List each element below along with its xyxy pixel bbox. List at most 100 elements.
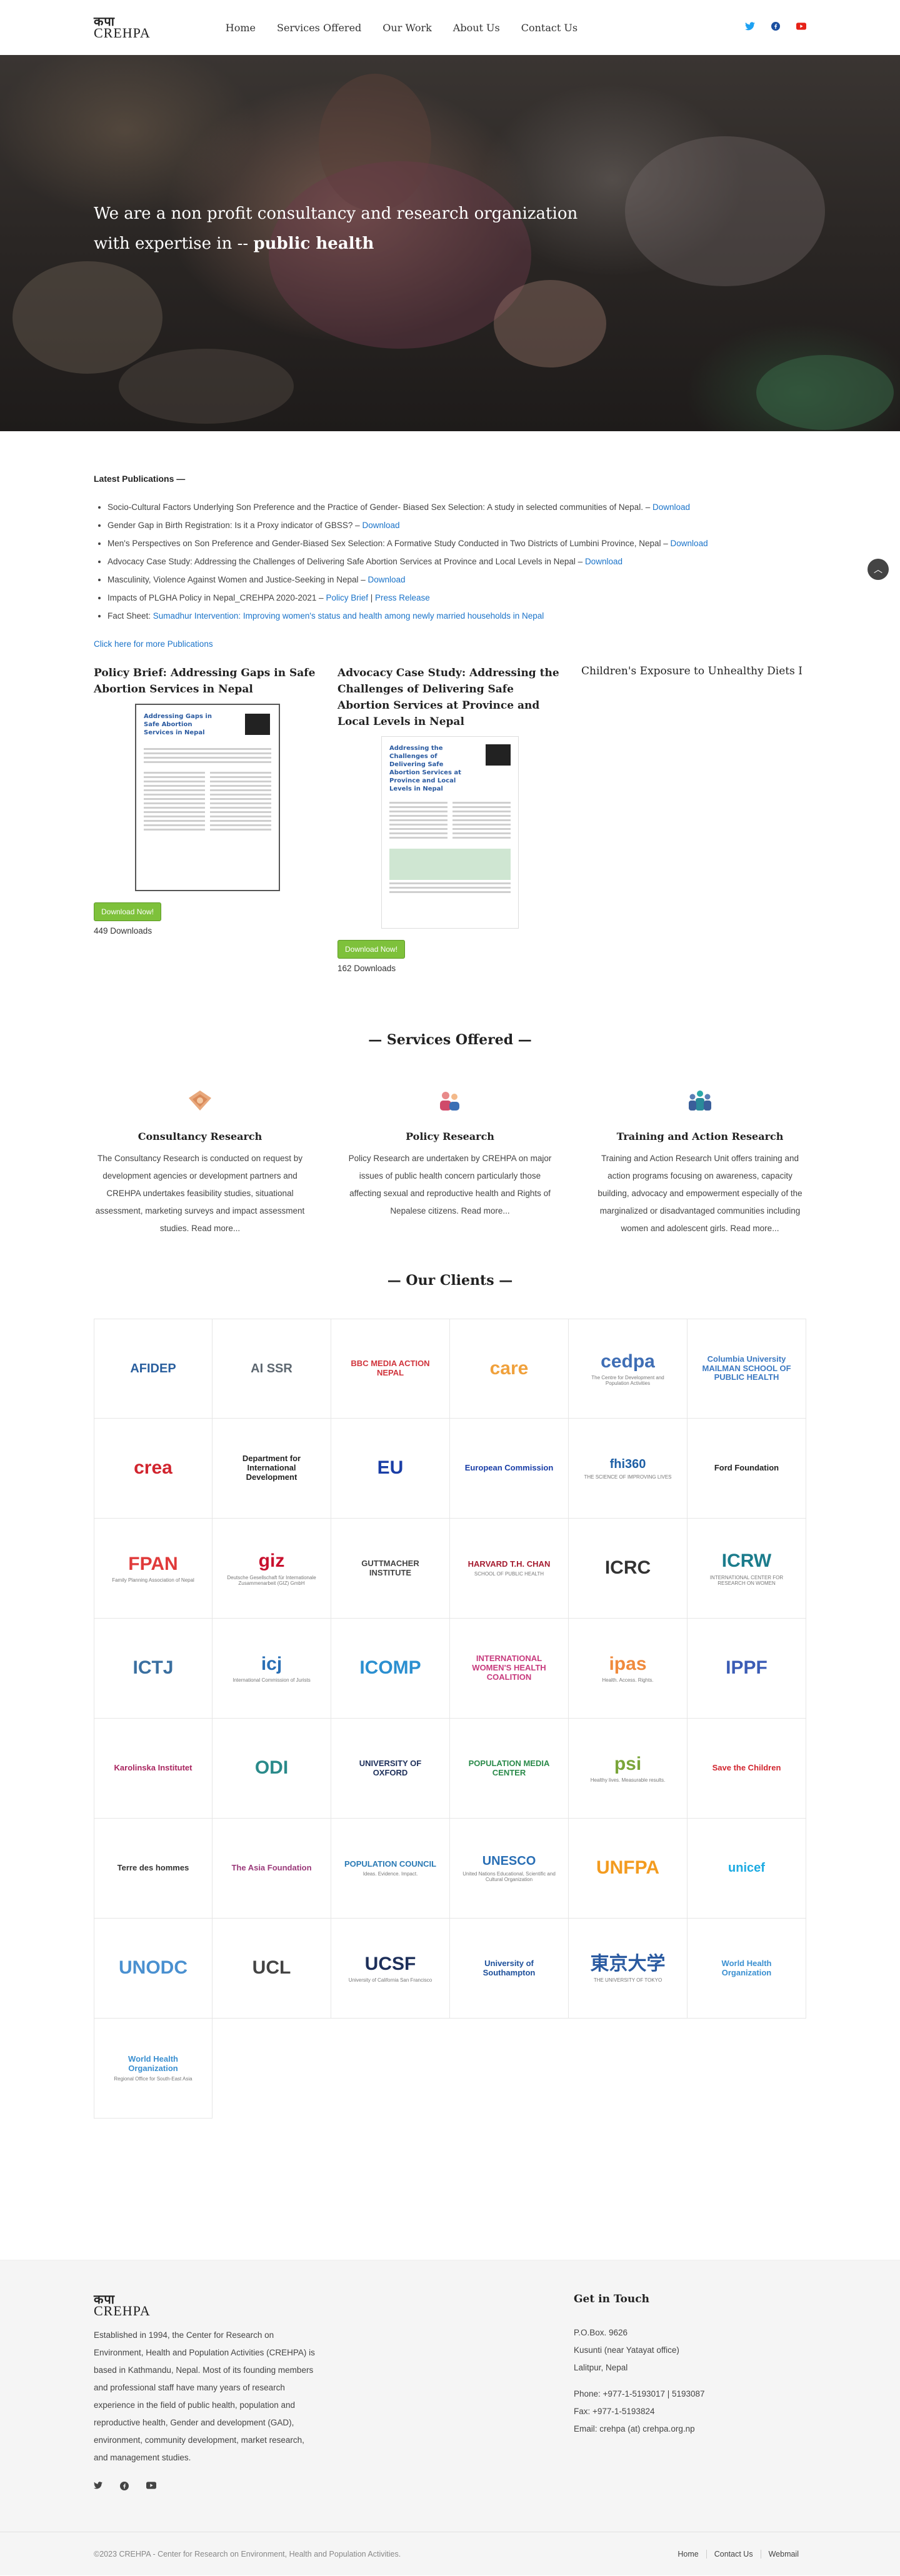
- publication-thumbnail[interactable]: Addressing the Challenges of Delivering …: [381, 736, 519, 929]
- nav-contact-us[interactable]: Contact Us: [521, 22, 578, 34]
- clients-heading: — Our Clients —: [387, 1272, 513, 1289]
- scroll-top-button[interactable]: ︿: [868, 559, 889, 580]
- client-logo: World Health Organization: [700, 1959, 794, 1978]
- download-link[interactable]: Download: [362, 521, 399, 530]
- client-logo: care: [490, 1358, 529, 1380]
- read-more-link[interactable]: Read more...: [730, 1224, 779, 1233]
- download-link[interactable]: Download: [671, 539, 708, 548]
- client-logo-cell: UCSF University of California San Francis…: [331, 1919, 450, 2019]
- facebook-icon[interactable]: [771, 22, 780, 33]
- client-logo-cell: care: [450, 1319, 569, 1419]
- email: Email: crehpa (at) crehpa.org.np: [574, 2424, 695, 2434]
- client-logo-cell: Department for International Development: [212, 1419, 331, 1519]
- twitter-icon[interactable]: [745, 22, 755, 33]
- youtube-icon[interactable]: [796, 22, 806, 32]
- client-logo-cell: European Commission: [450, 1419, 569, 1519]
- client-name: ICRC: [604, 1557, 651, 1579]
- client-logo: UNESCO United Nations Educational, Scient…: [462, 1854, 556, 1882]
- address-line: P.O.Box. 9626: [574, 2328, 628, 2337]
- service-text: The Consultancy Research is conducted on…: [95, 1154, 305, 1233]
- hero-highlight: public health: [253, 234, 374, 253]
- card-title[interactable]: Advocacy Case Study: Addressing the Chal…: [338, 665, 562, 730]
- footer-contact: Get in Touch P.O.Box. 9626 Kusunti (near…: [574, 2293, 806, 2493]
- fact-sheet-link[interactable]: Sumadhur Intervention: Improving women's…: [153, 611, 544, 621]
- nav-about-us[interactable]: About Us: [453, 22, 500, 34]
- client-tagline: THE UNIVERSITY OF TOKYO: [593, 1977, 662, 1984]
- client-logo: Karolinska Institutet: [114, 1763, 192, 1773]
- services-offered: — Services Offered — Consultancy Researc…: [0, 973, 900, 1237]
- client-logo-cell: Karolinska Institutet: [94, 1719, 212, 1819]
- client-name: University of Southampton: [482, 1958, 536, 1977]
- client-name: psi: [614, 1753, 642, 1774]
- publication-card-partial[interactable]: Children's Exposure to Unhealthy Diets I: [581, 665, 806, 677]
- publication-title: Socio-Cultural Factors Underlying Son Pr…: [108, 502, 652, 512]
- download-link[interactable]: Download: [652, 502, 690, 512]
- footer-logo[interactable]: कपा CREHPA: [94, 2293, 320, 2318]
- footer-link-contact[interactable]: Contact Us: [706, 2550, 761, 2559]
- card-title[interactable]: Policy Brief: Addressing Gaps in Safe Ab…: [94, 665, 319, 697]
- twitter-icon[interactable]: [94, 2482, 102, 2493]
- client-logo-cell: Terre des hommes: [94, 1819, 212, 1919]
- group-icon: [594, 1087, 806, 1114]
- more-publications-link[interactable]: Click here for more Publications: [94, 639, 806, 649]
- site-logo[interactable]: कपा CREHPA: [94, 15, 151, 40]
- download-link[interactable]: Download: [585, 557, 622, 566]
- client-logo-grid: AFIDEP AI SSR BBC MEDIA ACTION NEPAL care ce…: [94, 1319, 806, 2119]
- client-logo-cell: UNODC: [94, 1919, 212, 2019]
- client-logo-cell: ICTJ: [94, 1619, 212, 1719]
- client-logo-cell: AI SSR: [212, 1319, 331, 1419]
- client-tagline: Regional Office for South-East Asia: [114, 2075, 192, 2082]
- nav-home[interactable]: Home: [226, 22, 256, 34]
- client-name: POPULATION COUNCIL: [344, 1859, 437, 1869]
- handshake-icon: [94, 1087, 306, 1114]
- footer-link-home[interactable]: Home: [670, 2550, 706, 2559]
- publication-thumbnail[interactable]: Addressing Gaps in Safe Abortion Service…: [135, 704, 280, 891]
- list-item: Men's Perspectives on Son Preference and…: [108, 539, 806, 548]
- client-name: HARVARD T.H. CHAN: [468, 1559, 551, 1569]
- policy-brief-link[interactable]: Policy Brief: [326, 593, 368, 602]
- client-logo: ICRW INTERNATIONAL CENTER FOR RESEARCH ON…: [700, 1550, 794, 1586]
- client-logo-cell: BBC MEDIA ACTION NEPAL: [331, 1319, 450, 1419]
- client-name: fhi360: [609, 1457, 646, 1471]
- download-now-button[interactable]: Download Now!: [94, 902, 162, 921]
- client-logo-cell: 東京大学 THE UNIVERSITY OF TOKYO: [569, 1919, 688, 2019]
- client-name: Columbia University MAILMAN SCHOOL OF PU…: [702, 1354, 791, 1382]
- client-tagline: United Nations Educational, Scientific a…: [462, 1871, 556, 1882]
- download-link[interactable]: Download: [368, 575, 405, 584]
- list-item: Advocacy Case Study: Addressing the Chal…: [108, 557, 806, 566]
- client-logo: AFIDEP: [130, 1362, 176, 1376]
- client-name: World Health Organization: [128, 2054, 178, 2073]
- publication-title: Advocacy Case Study: Addressing the Chal…: [108, 557, 585, 566]
- nav-services-offered[interactable]: Services Offered: [277, 22, 361, 34]
- our-clients: — Our Clients — AFIDEP AI SSR BBC MEDIA AC…: [0, 1237, 900, 2119]
- publication-title: Impacts of PLGHA Policy in Nepal_CREHPA …: [108, 593, 326, 602]
- services-heading: — Services Offered —: [368, 1032, 532, 1048]
- main-nav: Home Services Offered Our Work About Us …: [226, 22, 578, 34]
- hero-line-2: with expertise in -- public health: [94, 229, 578, 259]
- client-logo-cell: The Asia Foundation: [212, 1819, 331, 1919]
- read-more-link[interactable]: Read more...: [191, 1224, 240, 1233]
- client-name: ipas: [609, 1653, 647, 1674]
- youtube-icon[interactable]: [146, 2482, 156, 2493]
- press-release-link[interactable]: Press Release: [375, 593, 430, 602]
- thumbnail-title: Addressing Gaps in Safe Abortion Service…: [144, 713, 212, 736]
- client-logo-cell: EU: [331, 1419, 450, 1519]
- client-logo-cell: HARVARD T.H. CHAN SCHOOL OF PUBLIC HEALTH: [450, 1519, 569, 1619]
- people-icon: [344, 1087, 556, 1114]
- service-title: Policy Research: [406, 1131, 494, 1142]
- publication-card: Policy Brief: Addressing Gaps in Safe Ab…: [94, 665, 338, 973]
- client-name: UNFPA: [596, 1857, 660, 1879]
- read-more-link[interactable]: Read more...: [461, 1206, 510, 1216]
- site-footer: कपा CREHPA Established in 1994, the Cent…: [0, 2260, 900, 2575]
- client-logo-cell: Ford Foundation: [688, 1419, 806, 1519]
- download-now-button[interactable]: Download Now!: [338, 940, 406, 959]
- footer-link-webmail[interactable]: Webmail: [760, 2550, 806, 2559]
- facebook-icon[interactable]: [120, 2482, 129, 2493]
- service-consultancy-research: Consultancy Research The Consultancy Res…: [94, 1087, 306, 1237]
- service-description: The Consultancy Research is conducted on…: [94, 1150, 306, 1237]
- client-logo-cell: fhi360 THE SCIENCE OF IMPROVING LIVES: [569, 1419, 688, 1519]
- logo-text: CREHPA: [94, 25, 151, 41]
- client-name: Terre des hommes: [117, 1863, 189, 1873]
- client-logo-cell: ICRW INTERNATIONAL CENTER FOR RESEARCH ON…: [688, 1519, 806, 1619]
- nav-our-work[interactable]: Our Work: [382, 22, 432, 34]
